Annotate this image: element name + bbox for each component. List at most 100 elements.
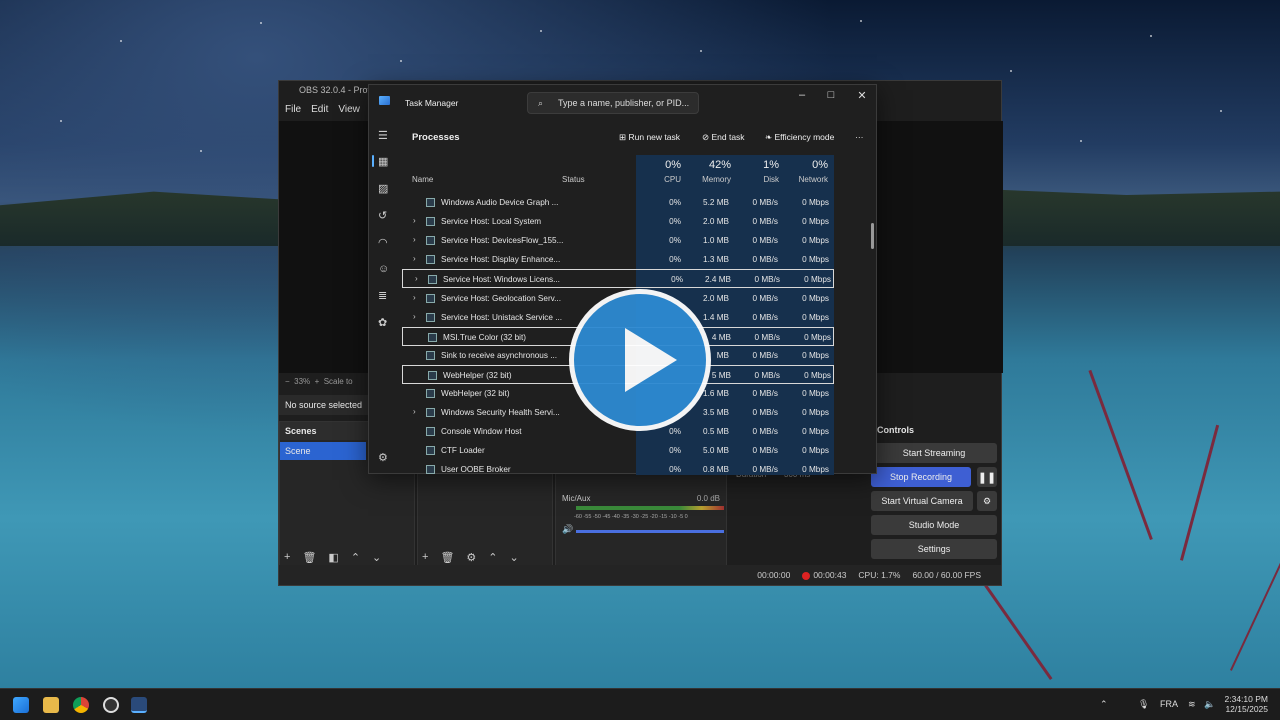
up-icon[interactable]: ⌃: [351, 551, 360, 564]
more-options-icon[interactable]: ···: [855, 132, 864, 142]
scrollbar[interactable]: [871, 223, 874, 249]
obs-icon[interactable]: [103, 697, 119, 713]
processes-icon[interactable]: ▦: [378, 155, 388, 168]
start-icon[interactable]: [13, 697, 29, 713]
vcam-gear-icon[interactable]: ⚙: [977, 491, 997, 511]
col-name[interactable]: Name: [412, 175, 433, 184]
process-icon: [426, 255, 435, 265]
language-indicator[interactable]: FRA: [1160, 699, 1178, 709]
file-explorer-icon[interactable]: [43, 697, 59, 713]
volume-slider[interactable]: [576, 530, 724, 533]
expand-chevron-icon[interactable]: ›: [413, 312, 416, 321]
expand-chevron-icon[interactable]: ›: [413, 407, 416, 416]
down-icon[interactable]: ⌄: [372, 551, 381, 564]
wifi-icon[interactable]: ≋: [1188, 699, 1196, 710]
microphone-icon[interactable]: 🎙: [1138, 699, 1149, 710]
app-history-icon[interactable]: ↺: [378, 209, 387, 222]
table-row[interactable]: › Service Host: Windows Licens... 0% 2.4 MB…: [402, 269, 834, 289]
process-name: Windows Security Health Servi...: [441, 408, 560, 418]
process-disk: 0 MB/s: [752, 198, 778, 207]
settings-gear-icon[interactable]: ⚙: [378, 451, 388, 464]
process-network: 0 Mbps: [804, 332, 831, 342]
maximize-icon[interactable]: □: [821, 89, 841, 101]
col-network[interactable]: Network: [783, 175, 828, 184]
search-input[interactable]: ⌕ Type a name, publisher, or PID...: [527, 92, 699, 114]
start-streaming-button[interactable]: Start Streaming: [871, 443, 997, 463]
speaker-icon[interactable]: 🔊: [562, 524, 573, 535]
hamburger-icon[interactable]: ☰: [378, 129, 388, 142]
col-status[interactable]: Status: [562, 175, 585, 184]
chrome-icon[interactable]: [73, 697, 89, 713]
studio-mode-button[interactable]: Studio Mode: [871, 515, 997, 535]
table-row[interactable]: CTF Loader 0% 5.0 MB 0 MB/s 0 Mbps: [401, 441, 865, 460]
processes-heading: Processes: [412, 132, 460, 143]
minimize-icon[interactable]: –: [792, 89, 812, 101]
record-icon: [802, 571, 811, 580]
table-row[interactable]: Windows Audio Device Graph ... 0% 5.2 MB 0 …: [401, 193, 865, 212]
mixer-db: 0.0 dB: [696, 494, 720, 503]
clock[interactable]: 2:34:10 PM 12/15/2025: [1222, 694, 1268, 714]
process-disk: 0 MB/s: [752, 217, 778, 227]
process-disk: 0 MB/s: [752, 389, 778, 398]
process-memory: 1.3 MB: [703, 255, 729, 265]
process-memory: 2.0 MB: [703, 217, 729, 227]
col-memory[interactable]: Memory: [691, 175, 731, 184]
col-cpu[interactable]: CPU: [649, 175, 681, 184]
filter-icon[interactable]: ◧: [328, 551, 338, 564]
startup-icon[interactable]: ◠: [378, 236, 388, 249]
process-network: 0 Mbps: [802, 312, 829, 322]
expand-chevron-icon[interactable]: ›: [413, 235, 416, 244]
process-icon: [426, 312, 435, 322]
process-icon: [428, 332, 437, 342]
task-manager-taskbar-icon[interactable]: [131, 697, 147, 713]
process-name: Service Host: Geolocation Serv...: [441, 293, 561, 303]
table-row[interactable]: › Service Host: DevicesFlow_155... 0% 1.0 M…: [401, 231, 865, 250]
process-name: Console Window Host: [441, 427, 522, 437]
scene-item[interactable]: Scene: [280, 442, 366, 460]
expand-chevron-icon[interactable]: ›: [413, 293, 416, 302]
pause-icon[interactable]: ❚❚: [977, 467, 997, 487]
process-disk: 0 MB/s: [752, 427, 778, 437]
users-icon[interactable]: ☺: [378, 263, 389, 275]
process-disk: 0 MB/s: [754, 275, 780, 285]
process-memory: 1.0 MB: [703, 236, 729, 246]
remove-source-icon[interactable]: 🗑: [440, 551, 454, 564]
end-task-button[interactable]: ⊘ End task: [702, 132, 745, 143]
down-source-icon[interactable]: ⌄: [510, 551, 519, 564]
performance-icon[interactable]: ▨: [378, 182, 388, 195]
expand-chevron-icon[interactable]: ›: [415, 274, 418, 283]
add-icon[interactable]: +: [284, 551, 290, 564]
menu-edit[interactable]: Edit: [311, 104, 328, 116]
process-network: 0 Mbps: [802, 427, 829, 437]
disk-total: 1%: [763, 159, 779, 171]
close-icon[interactable]: ✕: [852, 89, 872, 102]
table-row[interactable]: › Service Host: Display Enhance... 0% 1.3 M…: [401, 250, 865, 269]
up-source-icon[interactable]: ⌃: [488, 551, 497, 564]
menu-file[interactable]: File: [285, 104, 301, 116]
details-icon[interactable]: ≣: [378, 289, 387, 302]
volume-icon[interactable]: 🔈: [1204, 699, 1215, 710]
process-memory: 3.5 MB: [703, 408, 729, 418]
gear-icon[interactable]: ⚙: [466, 551, 476, 564]
search-icon: ⌕: [538, 98, 544, 108]
run-new-task-button[interactable]: ⊞ Run new task: [619, 132, 680, 143]
table-row[interactable]: › Service Host: Local System 0% 2.0 MB 0 MB/…: [401, 212, 865, 231]
trash-icon[interactable]: 🗑: [302, 551, 316, 564]
settings-button[interactable]: Settings: [871, 539, 997, 559]
services-icon[interactable]: ✿: [378, 316, 387, 329]
menu-view[interactable]: View: [338, 104, 360, 116]
video-play-button[interactable]: [569, 289, 711, 431]
efficiency-mode-button[interactable]: ❧ Efficiency mode: [765, 132, 834, 143]
expand-chevron-icon[interactable]: ›: [413, 216, 416, 225]
process-name: WebHelper (32 bit): [441, 389, 510, 398]
add-source-icon[interactable]: +: [422, 551, 428, 564]
col-disk[interactable]: Disk: [741, 175, 779, 184]
stop-recording-button[interactable]: Stop Recording: [871, 467, 971, 487]
meter-scale: -60 -55 -50 -45 -40 -35 -30 -25 -20 -15 …: [574, 514, 688, 520]
volume-meter: [576, 506, 724, 510]
process-disk: 0 MB/s: [752, 236, 778, 246]
expand-chevron-icon[interactable]: ›: [413, 254, 416, 263]
table-row[interactable]: User OOBE Broker 0% 0.8 MB 0 MB/s 0 Mbps: [401, 460, 865, 479]
chevron-up-icon[interactable]: ⌃: [1100, 699, 1108, 710]
start-virtual-camera-button[interactable]: Start Virtual Camera: [871, 491, 973, 511]
